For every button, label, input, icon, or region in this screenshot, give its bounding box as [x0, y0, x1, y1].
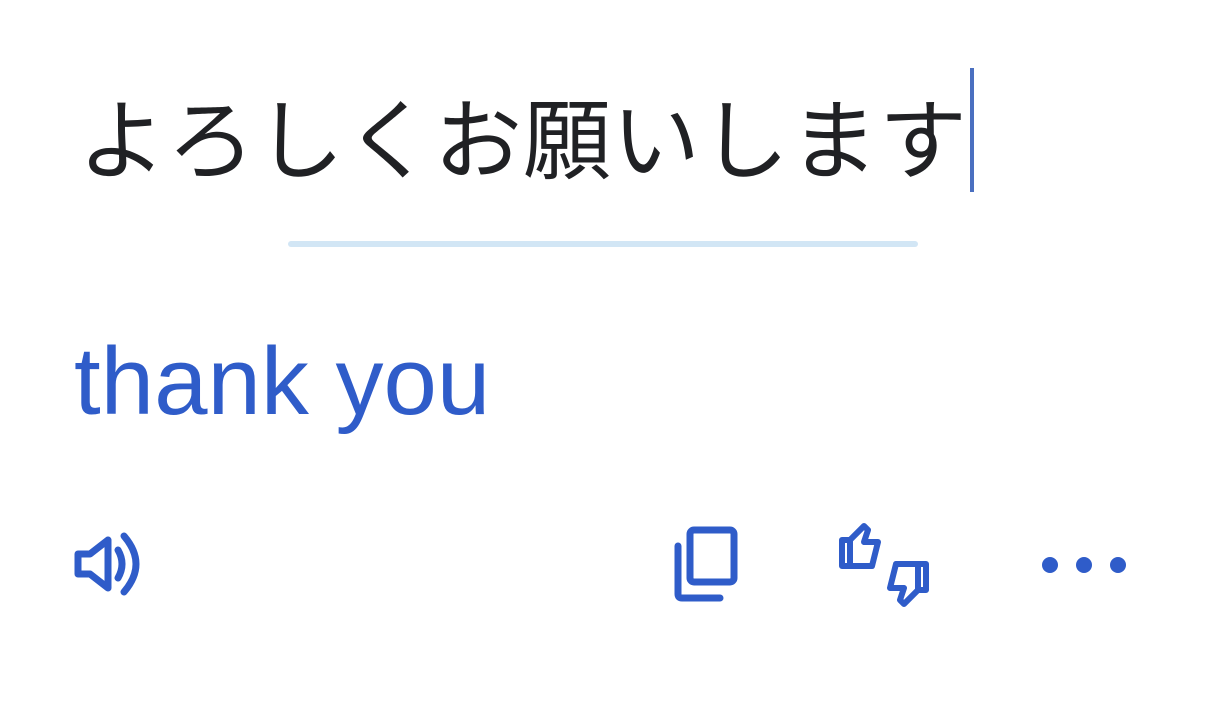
source-text: よろしくお願いします [78, 90, 969, 193]
source-input-area[interactable]: よろしくお願いします [0, 0, 1206, 240]
section-divider [288, 241, 918, 247]
copy-icon [674, 526, 738, 602]
speaker-icon [74, 532, 140, 596]
rate-translation-button[interactable] [836, 520, 932, 610]
thumbs-up-down-icon [839, 523, 929, 607]
copy-button[interactable] [670, 524, 742, 604]
source-text-field[interactable]: よろしくお願いします [78, 68, 975, 202]
more-options-button[interactable] [1038, 548, 1130, 582]
translation-text: thank you [74, 328, 491, 435]
speak-button[interactable] [72, 532, 144, 596]
more-horizontal-icon [1042, 557, 1126, 573]
text-caret [970, 68, 975, 192]
